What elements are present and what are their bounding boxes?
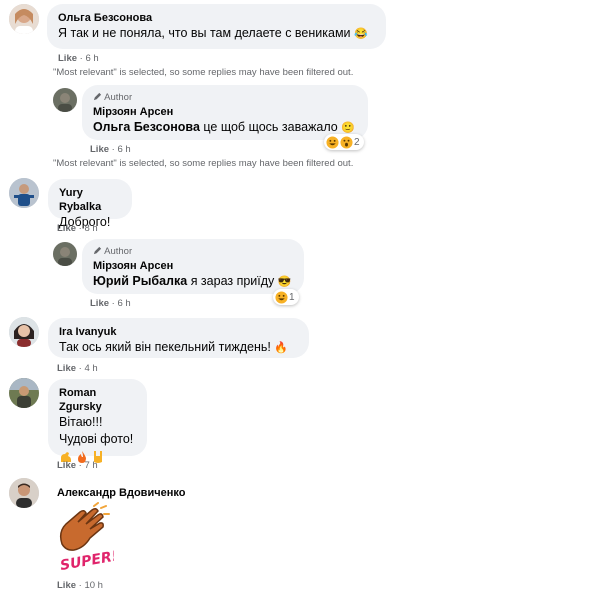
pencil-icon: [93, 92, 102, 101]
reply-bubble: Author Мірзоян Арсен Ольга Безсонова це …: [82, 85, 368, 140]
pencil-icon: [93, 246, 102, 255]
like-button[interactable]: Like: [90, 144, 109, 155]
reply-bubble: Author Мірзоян Арсен Юрий Рыбалка я зара…: [82, 239, 304, 294]
comment-bubble: Ольга Безсонова Я так и не поняла, что в…: [47, 4, 386, 49]
timestamp[interactable]: 4 h: [84, 363, 97, 374]
filter-note: "Most relevant" is selected, so some rep…: [53, 67, 354, 78]
like-button[interactable]: Like: [57, 223, 76, 234]
avatar[interactable]: [9, 4, 39, 34]
comment-author-name[interactable]: Мірзоян Арсен: [93, 259, 293, 273]
haha-reaction-icon: [326, 135, 339, 149]
timestamp[interactable]: 6 h: [117, 144, 130, 155]
reaction-count: 2: [354, 136, 360, 148]
slightly-smiling-emoji: 🙂: [341, 122, 355, 134]
timestamp[interactable]: 8 h: [84, 223, 97, 234]
comment-meta: Like · 4 h: [57, 363, 98, 374]
author-badge: Author: [93, 92, 357, 104]
mention-link[interactable]: Юрий Рыбалка: [93, 274, 187, 288]
timestamp[interactable]: 10 h: [84, 580, 103, 591]
sticker-label: SUPER!: [59, 548, 114, 574]
timestamp[interactable]: 6 h: [117, 298, 130, 309]
comment-meta: Like · 6 h: [58, 53, 99, 64]
filter-note: "Most relevant" is selected, so some rep…: [53, 158, 354, 169]
fire-emoji: 🔥: [274, 342, 289, 354]
comment-author-name[interactable]: Yury Rybalka: [59, 186, 121, 214]
reaction-count: 1: [289, 291, 295, 303]
comment-author-name[interactable]: Ольга Безсонова: [58, 11, 375, 25]
comment-meta: Like · 7 h: [57, 460, 98, 471]
avatar[interactable]: [53, 242, 77, 266]
comment-text: Я так и не поняла, что вы там делаете с …: [58, 26, 368, 40]
super-sticker: SUPER!: [54, 502, 119, 574]
timestamp[interactable]: 7 h: [84, 460, 97, 471]
author-badge: Author: [93, 246, 293, 258]
comment-author-name[interactable]: Александр Вдовиченко: [57, 486, 185, 500]
comment-author-name[interactable]: Мірзоян Арсен: [93, 105, 357, 119]
like-button[interactable]: Like: [57, 460, 76, 471]
comment-bubble: Yury Rybalka Доброго!: [48, 179, 132, 229]
timestamp[interactable]: 6 h: [85, 53, 98, 64]
comment-bubble: Roman Zgursky Вітаю!!! Чудові фото!: [48, 379, 147, 463]
comment-text-line: Чудові фото!: [59, 432, 134, 446]
sunglasses-emoji: 😎: [277, 276, 292, 288]
comment-text: Юрий Рыбалка я зараз приїду 😎: [93, 274, 292, 288]
avatar[interactable]: [9, 378, 39, 408]
avatar[interactable]: [9, 178, 39, 208]
tears-of-joy-emoji: 😂: [354, 28, 368, 40]
comment-bubble: Ira Ivanyuk Так ось який він пекельний т…: [48, 318, 309, 358]
like-button[interactable]: Like: [58, 53, 77, 64]
avatar[interactable]: [9, 317, 39, 347]
like-button[interactable]: Like: [57, 363, 76, 374]
comment-meta: Like · 10 h: [57, 580, 103, 591]
reaction-summary[interactable]: 1: [273, 289, 299, 305]
haha-reaction-icon: [275, 290, 288, 304]
like-button[interactable]: Like: [57, 580, 76, 591]
mention-link[interactable]: Ольга Безсонова: [93, 120, 200, 134]
like-button[interactable]: Like: [90, 298, 109, 309]
avatar[interactable]: [53, 88, 77, 112]
comment-text: Ольга Безсонова це щоб щось заважало 🙂: [93, 120, 355, 134]
comment-author-name[interactable]: Roman Zgursky: [59, 386, 136, 414]
comment-meta: Like · 6 h: [90, 144, 131, 155]
comment-meta: Like · 6 h: [90, 298, 131, 309]
wow-reaction-icon: [340, 135, 353, 149]
reaction-summary[interactable]: 2: [324, 134, 364, 150]
comment-meta: Like · 8 h: [57, 223, 98, 234]
comment-text-line: Вітаю!!!: [59, 415, 103, 429]
comment-text: Так ось який він пекельний тиждень! 🔥: [59, 340, 289, 354]
avatar[interactable]: [9, 478, 39, 508]
comment-author-name[interactable]: Ira Ivanyuk: [59, 325, 298, 339]
